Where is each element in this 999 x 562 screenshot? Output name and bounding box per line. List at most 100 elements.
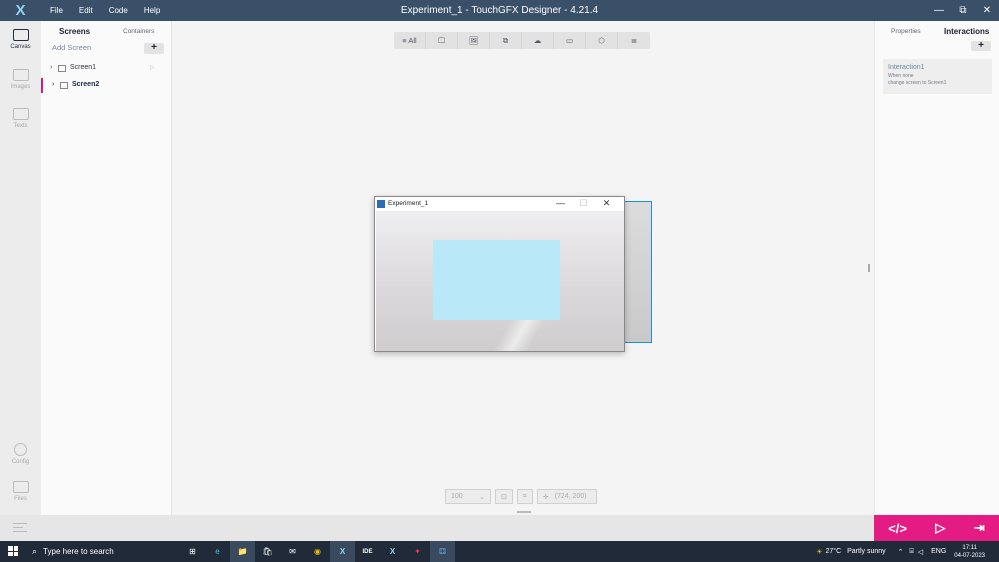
search-icon: ⌕ <box>32 546 38 556</box>
canvas-bottom-bar: 100 ⌄ ⊡ ⌗ ✛ (724, 200) <box>445 489 597 504</box>
run-simulator-button[interactable]: ▷ <box>935 520 945 536</box>
weather-desc: Partly sunny <box>847 548 886 555</box>
store-icon[interactable]: 🛍 <box>255 541 280 562</box>
hamburger-icon[interactable] <box>13 523 27 532</box>
clock-time: 17:11 <box>962 544 977 551</box>
clock-date: 04-07-2023 <box>954 552 985 559</box>
simulator-screen[interactable] <box>376 211 624 351</box>
screens-panel: Screens Containers Add Screen + › Screen… <box>41 21 172 515</box>
window-title: Experiment_1 - TouchGFX Designer - 4.21.… <box>400 5 599 16</box>
chevron-right-icon[interactable]: › <box>50 64 52 71</box>
tab-interactions[interactable]: Interactions <box>944 27 989 36</box>
rail-files-label: Files <box>14 496 27 502</box>
screen-preview-frame[interactable] <box>624 201 652 343</box>
interaction-card[interactable]: Interaction1 When none change screen to … <box>883 59 992 94</box>
box-widget[interactable] <box>433 240 560 320</box>
text-icon <box>12 108 29 120</box>
file-explorer-icon[interactable]: 📁 <box>230 541 255 562</box>
stm32cubeide-icon[interactable]: IDE <box>355 541 380 562</box>
touchgfx-taskbar-icon-2[interactable]: X <box>380 541 405 562</box>
rail-images[interactable]: Images <box>0 69 41 90</box>
speaker-icon[interactable]: ◁ <box>918 548 923 556</box>
title-bar: X File Edit Code Help Experiment_1 - Tou… <box>0 0 999 21</box>
action-bar: </> ▷ ⇥ <box>874 515 999 541</box>
zoom-value: 100 <box>451 493 463 500</box>
container-icon[interactable]: ⧉ <box>490 32 522 49</box>
tab-properties[interactable]: Properties <box>891 28 921 35</box>
fit-button[interactable]: ⊡ <box>495 489 513 504</box>
layers-icon[interactable]: ≣ <box>618 32 650 49</box>
simulator-window[interactable]: Experiment_1 — ☐ ✕ <box>374 196 625 352</box>
widget-toolbar: ≡ All 🖵 🖼 ⧉ ☁ ▭ ⬡ ≣ <box>394 32 650 49</box>
button-widget-icon[interactable]: ▭ <box>554 32 586 49</box>
chevron-right-icon[interactable]: › <box>52 81 54 88</box>
simulator-title: Experiment_1 <box>388 200 429 207</box>
simulator-taskbar-icon[interactable]: ⚃ <box>430 541 455 562</box>
screen-item-label: Screen2 <box>72 81 100 88</box>
simulator-titlebar: Experiment_1 — ☐ ✕ <box>375 197 624 211</box>
close-button[interactable]: ✕ <box>975 0 999 21</box>
tab-screens[interactable]: Screens <box>59 27 90 36</box>
chevron-down-icon: ⌄ <box>479 493 485 501</box>
windows-start-icon[interactable] <box>8 546 18 556</box>
screen-item-screen2[interactable]: › Screen2 <box>41 78 171 93</box>
zoom-select[interactable]: 100 ⌄ <box>445 489 491 504</box>
rail-canvas[interactable]: Canvas <box>0 29 41 50</box>
cube-icon[interactable]: ⬡ <box>586 32 618 49</box>
screen-item-label: Screen1 <box>70 64 97 71</box>
sim-close-button[interactable]: ✕ <box>595 198 618 209</box>
canvas-area[interactable]: ≡ All 🖵 🖼 ⧉ ☁ ▭ ⬡ ≣ Experiment_1 — ☐ ✕ 1… <box>172 21 874 515</box>
minimize-button[interactable]: — <box>927 0 951 21</box>
weather-widget[interactable]: ☀ 27°C Partly sunny <box>816 548 885 556</box>
add-screen-button[interactable]: + <box>144 43 164 54</box>
display-icon[interactable]: 🖵 <box>426 32 458 49</box>
mail-icon[interactable]: ✉ <box>280 541 305 562</box>
rail-texts[interactable]: Texts <box>0 108 41 129</box>
add-screen-label[interactable]: Add Screen <box>52 43 91 52</box>
right-panel: Properties Interactions + Interaction1 W… <box>874 21 999 515</box>
window-controls: — ⧉ ✕ <box>927 0 999 21</box>
clock[interactable]: 17:11 04-07-2023 <box>954 544 985 560</box>
sim-maximize-button[interactable]: ☐ <box>572 198 595 209</box>
screens-tabs: Screens Containers <box>41 21 171 41</box>
rail-files[interactable]: Files <box>0 481 41 502</box>
restore-button[interactable]: ⧉ <box>951 0 975 21</box>
coordinate-readout: ✛ (724, 200) <box>536 489 597 504</box>
screen-item-screen1[interactable]: › Screen1 ▷ <box>41 61 171 76</box>
screen-icon <box>60 82 68 89</box>
simulator-controls: — ☐ ✕ <box>549 198 618 209</box>
generate-code-button[interactable]: </> <box>888 521 907 536</box>
chevron-up-icon[interactable]: ⌃ <box>898 548 904 556</box>
fit-icon: ⊡ <box>501 493 507 501</box>
touchgfx-app: X File Edit Code Help Experiment_1 - Tou… <box>0 0 999 541</box>
bottom-strip <box>0 515 874 541</box>
folder-icon <box>12 481 29 493</box>
edge-icon[interactable]: e <box>205 541 230 562</box>
windows-taskbar: ⌕ Type here to search ⊞ e 📁 🛍 ✉ ◉ X IDE … <box>0 541 999 562</box>
task-view-icon[interactable]: ⊞ <box>180 541 205 562</box>
chrome-icon[interactable]: ◉ <box>305 541 330 562</box>
sim-minimize-button[interactable]: — <box>549 198 572 209</box>
export-button[interactable]: ⇥ <box>974 520 985 536</box>
interaction-action: change screen to Screen1 <box>888 79 947 86</box>
shape-icon[interactable]: ☁ <box>522 32 554 49</box>
taskbar-search[interactable]: ⌕ Type here to search <box>27 541 177 562</box>
network-icon[interactable]: ⌸ <box>910 548 914 556</box>
canvas-icon <box>12 29 29 41</box>
touchgfx-taskbar-icon[interactable]: X <box>330 541 355 562</box>
image-widget-icon[interactable]: 🖼 <box>458 32 490 49</box>
rail-texts-label: Texts <box>13 123 28 129</box>
language-indicator[interactable]: ENG <box>931 548 946 555</box>
coordinate-value: (724, 200) <box>554 493 587 500</box>
crop-button[interactable]: ⌗ <box>516 489 533 504</box>
filter-all-button[interactable]: ≡ All <box>394 32 426 49</box>
tab-containers[interactable]: Containers <box>123 28 154 35</box>
stm32cubemx-icon[interactable]: ✦ <box>405 541 430 562</box>
app-icon <box>377 200 385 208</box>
add-interaction-button[interactable]: + <box>971 41 991 51</box>
bottom-resize-handle[interactable] <box>517 511 531 513</box>
right-resize-handle[interactable] <box>868 264 870 272</box>
left-rail: Canvas Images Texts Config Files <box>0 21 41 515</box>
image-icon <box>12 69 29 81</box>
rail-config[interactable]: Config <box>0 443 41 465</box>
